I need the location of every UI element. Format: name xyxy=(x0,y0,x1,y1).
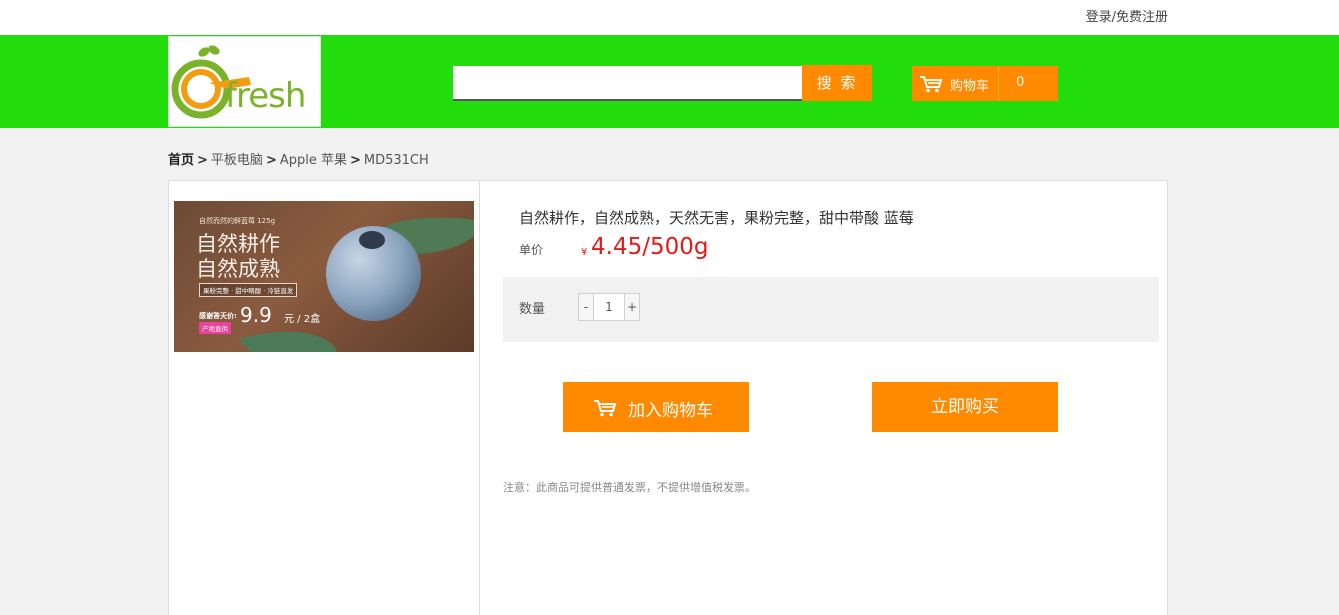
product-panel: 自然而然的鲜蓝莓 125g 自然耕作 自然成熟 果粉完整 · 甜中略酸 · 冷链… xyxy=(168,180,1168,615)
search-input[interactable] xyxy=(453,66,802,101)
image-promo-price: 9.9 xyxy=(240,303,272,327)
add-to-cart-button[interactable]: 加入购物车 xyxy=(563,382,749,432)
breadcrumb-item: MD531CH xyxy=(363,153,429,168)
cart-icon xyxy=(920,76,943,93)
add-to-cart-label: 加入购物车 xyxy=(628,401,713,421)
breadcrumb-home[interactable]: 首页 xyxy=(168,153,194,168)
product-gallery: 自然而然的鲜蓝莓 125g 自然耕作 自然成熟 果粉完整 · 甜中略酸 · 冷链… xyxy=(169,181,480,615)
blueberry-crown-graphic xyxy=(359,231,385,249)
image-headline-2: 自然成熟 xyxy=(196,257,280,281)
quantity-decrease-button[interactable]: - xyxy=(579,294,593,320)
cart-button[interactable]: 购物车 0 xyxy=(912,66,1058,101)
buy-now-button[interactable]: 立即购买 xyxy=(872,382,1058,432)
product-info: 自然耕作，自然成熟，天然无害，果粉完整，甜中带酸 蓝莓 单价 ¥ 4.45/50… xyxy=(481,181,1169,615)
breadcrumb-separator: > xyxy=(197,153,208,168)
quantity-increase-button[interactable]: + xyxy=(625,294,639,320)
image-promo-unit: 元 / 2盒 xyxy=(284,314,321,325)
product-image[interactable]: 自然而然的鲜蓝莓 125g 自然耕作 自然成熟 果粉完整 · 甜中略酸 · 冷链… xyxy=(174,201,474,352)
breadcrumb-item[interactable]: 平板电脑 xyxy=(211,153,263,168)
top-bar: 登录/免费注册 xyxy=(0,0,1339,35)
breadcrumb-separator: > xyxy=(265,153,277,168)
product-title: 自然耕作，自然成熟，天然无害，果粉完整，甜中带酸 蓝莓 xyxy=(519,209,914,227)
image-promo-label: 感谢答天价: xyxy=(199,312,237,320)
image-caption-small: 自然而然的鲜蓝莓 125g xyxy=(199,217,276,225)
breadcrumb-item[interactable]: Apple 苹果 xyxy=(280,153,347,168)
cart-divider xyxy=(998,66,999,101)
breadcrumb-separator: > xyxy=(349,153,361,168)
quantity-input[interactable]: 1 xyxy=(593,294,625,320)
logo-text: fresh xyxy=(225,76,306,116)
invoice-notice: 注意：此商品可提供普通发票，不提供增值税发票。 xyxy=(503,481,756,494)
login-register-link[interactable]: 登录/免费注册 xyxy=(1086,6,1168,25)
cart-icon xyxy=(594,400,617,417)
site-logo[interactable]: fresh xyxy=(168,36,321,127)
header: fresh 搜 索 购物车 0 xyxy=(0,35,1339,128)
search-button[interactable]: 搜 索 xyxy=(802,65,872,101)
breadcrumb: 首页 > 平板电脑 > Apple 苹果 > MD531CH xyxy=(168,149,429,168)
price-currency: ¥ xyxy=(581,247,588,258)
quantity-stepper: - 1 + xyxy=(578,293,640,321)
image-feature-tag: 果粉完整 · 甜中略酸 · 冷链直发 xyxy=(199,283,298,297)
cart-count: 0 xyxy=(1016,75,1025,90)
price-value: 4.45/500g xyxy=(591,234,709,260)
quantity-section: 数量 - 1 + xyxy=(503,277,1159,342)
quantity-label: 数量 xyxy=(519,302,546,317)
image-badge: 产地直供 xyxy=(199,322,231,334)
cart-label: 购物车 xyxy=(950,79,990,94)
price-label: 单价 xyxy=(519,243,544,257)
